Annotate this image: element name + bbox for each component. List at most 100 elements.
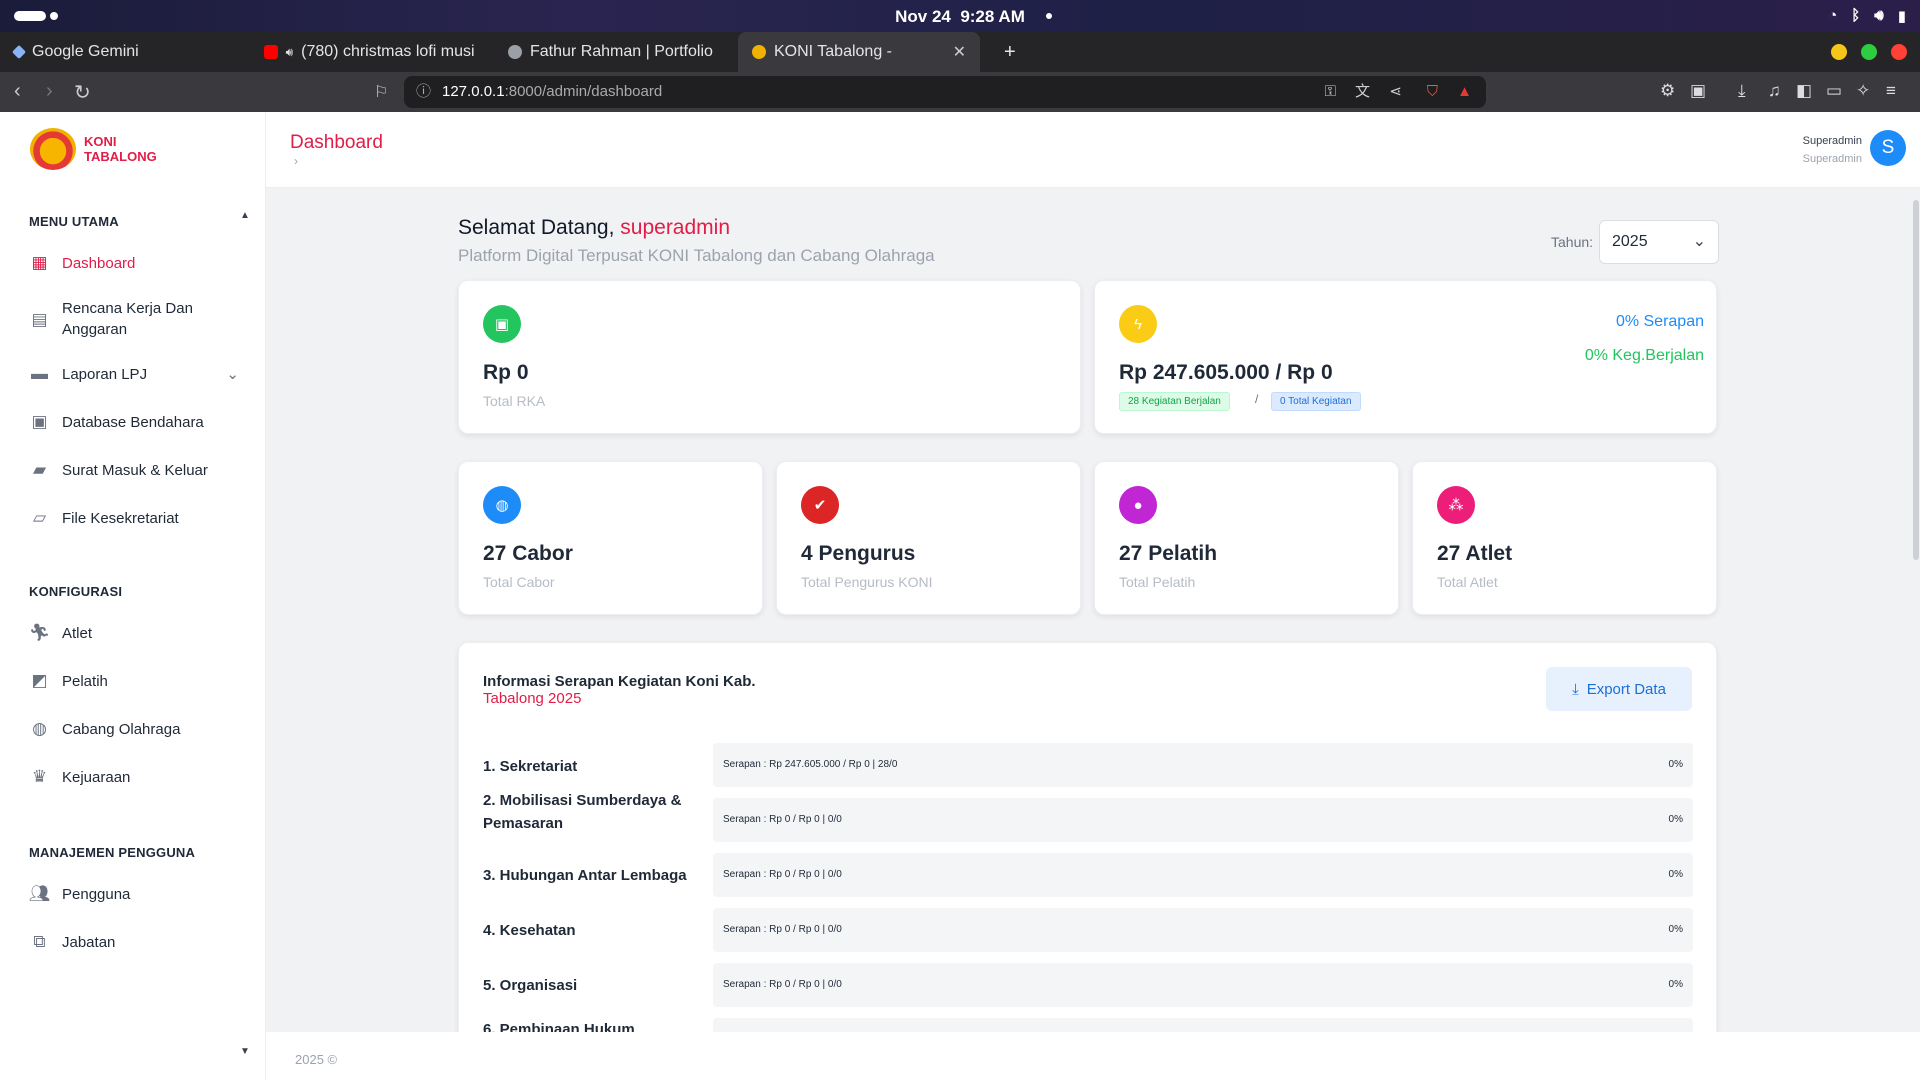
sidebar-item-database-bendahara[interactable]: ▣ Database Bendahara xyxy=(29,412,239,432)
media-icon[interactable]: ♫ xyxy=(1768,81,1781,101)
new-tab-button[interactable]: + xyxy=(990,32,1030,72)
sidebar-item-kejuaraan[interactable]: ♛ Kejuaraan xyxy=(29,767,239,787)
os-clock[interactable]: Nov 24 9:28 AM xyxy=(0,7,1920,27)
card-serapan: ϟ Rp 247.605.000 / Rp 0 28 Kegiatan Berj… xyxy=(1094,280,1717,434)
section-menu-utama: MENU UTAMA xyxy=(29,214,119,229)
pct-kegiatan-berjalan: 0% Keg.Berjalan xyxy=(1584,347,1704,364)
user-role: Superadmin xyxy=(1802,153,1862,165)
brave-rewards-icon[interactable]: ▲ xyxy=(1457,76,1472,108)
badge-kegiatan-berjalan: 28 Kegiatan Berjalan xyxy=(1119,392,1230,411)
sidebar: KONI TABALONG MENU UTAMA ▲ ▦ Dashboard ▤ … xyxy=(0,112,266,1080)
sitemap-icon: ⧉ xyxy=(33,932,46,951)
app-root: KONI TABALONG MENU UTAMA ▲ ▦ Dashboard ▤ … xyxy=(0,112,1920,1080)
tab-koni[interactable]: KONI Tabalong - ✕ xyxy=(738,32,980,72)
wallet-check-icon: ▣ xyxy=(483,305,521,343)
globe-icon xyxy=(508,45,522,59)
dashboard-icon: ▦ xyxy=(31,253,48,272)
basketball-icon: ◍ xyxy=(483,486,521,524)
sidebar-item-pelatih[interactable]: ◩ Pelatih xyxy=(29,671,239,691)
forward-icon[interactable]: › xyxy=(46,80,53,103)
sidebar-item-pengguna[interactable]: 👥︎ Pengguna xyxy=(29,884,239,904)
brand-logo[interactable]: KONI TABALONG xyxy=(30,128,157,170)
activity-name: 2. Mobilisasi Sumberdaya & Pemasaran xyxy=(483,792,682,832)
sidebar-item-cabor[interactable]: ◍ Cabang Olahraga xyxy=(29,719,239,739)
chevron-down-icon[interactable]: ⌄ xyxy=(226,365,239,383)
maximize-button[interactable] xyxy=(1861,44,1877,60)
pct-serapan: 0% Serapan xyxy=(1615,313,1704,330)
basketball-icon: ◍ xyxy=(32,719,47,738)
sidebar-scroll-down-icon[interactable]: ▼ xyxy=(240,1046,250,1057)
section-manajemen: MANAJEMEN PENGGUNA xyxy=(29,845,196,860)
password-key-icon[interactable]: ⚿ xyxy=(1325,76,1336,108)
bluetooth-icon[interactable]: ᛒ xyxy=(1851,7,1860,25)
export-data-button[interactable]: ⤓ Export Data xyxy=(1546,667,1692,711)
welcome-subtitle: Platform Digital Terpusat KONI Tabalong … xyxy=(458,246,935,265)
tab-portfolio[interactable]: Fathur Rahman | Portfolio xyxy=(494,32,734,72)
address-bar[interactable]: ⓘ 127.0.0.1:8000/admin/dashboard ⚿ 文 ⋖ ⛉… xyxy=(404,76,1486,108)
content-scrollbar[interactable] xyxy=(1912,200,1920,970)
screenshot-icon[interactable]: ▣ xyxy=(1690,81,1706,101)
page-title: Dashboard xyxy=(290,132,383,153)
tab-gemini[interactable]: Google Gemini xyxy=(0,32,250,72)
tab-youtube[interactable]: 🔊︎ (780) christmas lofi musi xyxy=(250,32,490,72)
sidebar-item-jabatan[interactable]: ⧉ Jabatan xyxy=(29,932,239,952)
audio-icon[interactable]: 🔊︎ xyxy=(286,45,294,60)
scrollbar-thumb[interactable] xyxy=(1913,200,1919,560)
tab-label: Fathur Rahman | Portfolio xyxy=(530,43,713,60)
info-title: Informasi Serapan Kegiatan Koni Kab. xyxy=(483,673,756,690)
footer: 2025 © xyxy=(266,1032,1920,1080)
activity-name: 5. Organisasi xyxy=(483,977,578,994)
lightning-icon: ϟ xyxy=(1119,305,1157,343)
leo-ai-icon[interactable]: ✧ xyxy=(1856,81,1870,101)
tab-label: Google Gemini xyxy=(32,43,139,60)
sidebar-item-atlet[interactable]: 🏃︎ Atlet xyxy=(29,623,239,643)
translate-icon[interactable]: 文 xyxy=(1355,76,1370,108)
extensions-icon[interactable]: ⚙ xyxy=(1660,81,1675,101)
bookmark-icon[interactable]: ⚐ xyxy=(374,82,388,102)
collapse-section-icon[interactable]: ▲ xyxy=(240,210,250,221)
close-tab-icon[interactable]: ✕ xyxy=(953,42,966,62)
notification-dot xyxy=(1046,13,1052,19)
users-icon: ⁂ xyxy=(1437,486,1475,524)
sidebar-item-laporan-lpj[interactable]: ▬ Laporan LPJ ⌄ xyxy=(29,364,239,384)
system-tray[interactable]: ◔ ᛒ 🔊︎ ▮ xyxy=(1828,7,1906,25)
battery-icon[interactable]: ▮ xyxy=(1898,7,1906,25)
os-top-bar: Nov 24 9:28 AM ◔ ᛒ 🔊︎ ▮ xyxy=(0,0,1920,32)
minimize-button[interactable] xyxy=(1831,44,1847,60)
reload-icon[interactable]: ↻ xyxy=(74,80,91,105)
site-info-icon[interactable]: ⓘ xyxy=(416,76,431,108)
top-header: Dashboard › Superadmin Superadmin S xyxy=(266,112,1920,188)
avatar[interactable]: S xyxy=(1870,130,1906,166)
activity-name: 3. Hubungan Antar Lembaga xyxy=(483,867,687,884)
user-icon: ● xyxy=(1119,486,1157,524)
wallet-icon[interactable]: ▭ xyxy=(1826,81,1842,101)
volume-icon[interactable]: 🔊︎ xyxy=(1874,7,1883,25)
contact-book-icon: ▣ xyxy=(31,412,48,431)
activity-bar: Serapan : Rp 0 / Rp 0 | 0/0 0% xyxy=(713,853,1693,897)
brave-shield-icon[interactable]: ⛉ xyxy=(1427,76,1438,108)
user-check-icon: ✔ xyxy=(801,486,839,524)
back-icon[interactable]: ‹ xyxy=(14,80,21,103)
sidebar-toggle-icon[interactable]: ◧ xyxy=(1796,81,1812,101)
menu-icon[interactable]: ≡ xyxy=(1886,81,1896,101)
tab-label: KONI Tabalong - xyxy=(774,43,892,60)
wifi-icon[interactable]: ◔ xyxy=(1828,7,1837,25)
folder-icon: ▱ xyxy=(32,508,47,527)
sidebar-item-surat[interactable]: ▰ Surat Masuk & Keluar xyxy=(29,460,239,480)
download-icon[interactable]: ⤓ xyxy=(1738,81,1746,101)
clipboard-icon: ▤ xyxy=(31,309,48,329)
sidebar-item-rka[interactable]: ▤ Rencana Kerja Dan Anggaran xyxy=(29,298,239,340)
sidebar-item-file[interactable]: ▱ File Kesekretariat xyxy=(29,508,239,528)
koni-emblem xyxy=(30,128,76,170)
sidebar-item-dashboard[interactable]: ▦ Dashboard xyxy=(29,253,239,273)
brand-name: KONI TABALONG xyxy=(84,134,157,164)
breadcrumb[interactable]: › xyxy=(294,154,298,168)
share-icon[interactable]: ⋖ xyxy=(1389,76,1402,108)
info-subtitle: Tabalong 2025 xyxy=(483,690,582,707)
year-select[interactable]: 2025 ⌄ xyxy=(1599,220,1719,264)
download-icon: ⤓ xyxy=(1572,680,1579,698)
activity-name: 4. Kesehatan xyxy=(483,922,576,939)
chevron-down-icon: ⌄ xyxy=(1692,233,1706,250)
close-window-button[interactable] xyxy=(1891,44,1907,60)
user-info[interactable]: Superadmin Superadmin xyxy=(1803,132,1862,168)
